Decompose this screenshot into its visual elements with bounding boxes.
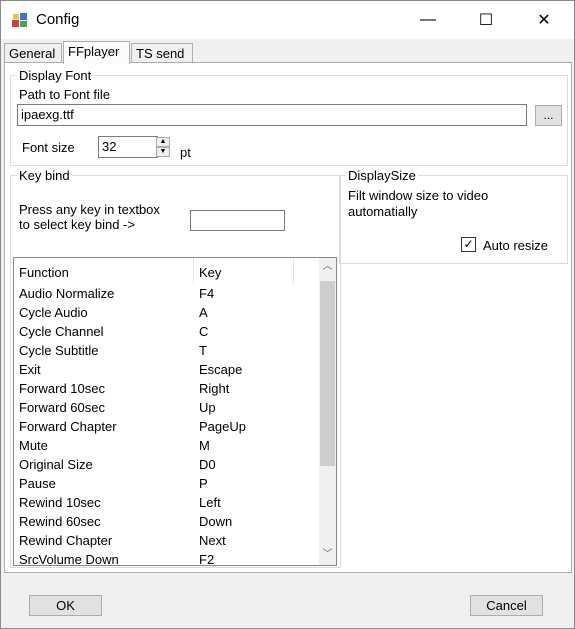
function-cell: Cycle Channel: [19, 324, 104, 339]
key-cell: Left: [199, 495, 221, 510]
list-header: Function Key: [14, 258, 314, 283]
app-icon: [12, 13, 27, 27]
spin-down-icon[interactable]: ▼: [156, 147, 170, 157]
key-bind-instruction-1: Press any key in textbox: [19, 202, 160, 217]
auto-resize-checkbox[interactable]: ✓: [461, 237, 476, 252]
minimize-icon: —: [420, 11, 436, 28]
function-cell: Rewind Chapter: [19, 533, 113, 548]
list-item[interactable]: Pause P: [14, 474, 314, 493]
display-font-legend: Display Font: [17, 68, 94, 83]
key-cell: D0: [199, 457, 216, 472]
title-bar[interactable]: Config — ☐ ✕: [1, 1, 574, 39]
font-size-unit: pt: [180, 145, 191, 160]
key-capture-input[interactable]: [190, 210, 285, 231]
auto-resize-label[interactable]: Auto resize: [483, 238, 548, 253]
close-button[interactable]: ✕: [521, 1, 567, 39]
function-cell: Cycle Audio: [19, 305, 88, 320]
function-cell: Forward Chapter: [19, 419, 117, 434]
function-cell: Mute: [19, 438, 48, 453]
display-size-group: DisplaySize Filt window size to video au…: [339, 168, 568, 264]
checkmark-icon: ✓: [463, 237, 474, 251]
minimize-button[interactable]: —: [405, 1, 451, 39]
scroll-up-icon[interactable]: ︿: [319, 258, 336, 275]
key-cell: T: [199, 343, 207, 358]
key-bind-legend: Key bind: [17, 168, 72, 183]
tab-general[interactable]: General: [4, 43, 62, 63]
close-icon: ✕: [537, 12, 551, 29]
column-header-key[interactable]: Key: [194, 258, 294, 283]
list-item[interactable]: Forward 10sec Right: [14, 379, 314, 398]
display-font-group: Display Font Path to Font file ipaexg.tt…: [10, 68, 568, 166]
key-cell: Next: [199, 533, 226, 548]
key-cell: F4: [199, 286, 215, 301]
key-cell: Down: [199, 514, 233, 529]
list-item[interactable]: Cycle Channel C: [14, 322, 314, 341]
column-header-function[interactable]: Function: [14, 258, 194, 283]
font-size-label: Font size: [22, 140, 75, 155]
function-cell: Forward 10sec: [19, 381, 105, 396]
display-size-description-2: automatially: [348, 204, 418, 219]
function-cell: Rewind 60sec: [19, 514, 101, 529]
key-cell: Up: [199, 400, 216, 415]
function-cell: Audio Normalize: [19, 286, 115, 301]
maximize-button[interactable]: ☐: [463, 1, 509, 39]
list-item[interactable]: Rewind 60sec Down: [14, 512, 314, 531]
scroll-down-icon[interactable]: ﹀: [319, 546, 336, 563]
scroll-thumb[interactable]: [320, 281, 335, 466]
function-cell: Exit: [19, 362, 41, 377]
display-size-legend: DisplaySize: [346, 168, 418, 183]
key-cell: PageUp: [199, 419, 246, 434]
key-cell: F2: [199, 552, 215, 566]
function-cell: SrcVolume Down: [19, 552, 119, 566]
list-item[interactable]: Rewind 10sec Left: [14, 493, 314, 512]
list-item[interactable]: Forward 60sec Up: [14, 398, 314, 417]
list-item[interactable]: Rewind Chapter Next: [14, 531, 314, 550]
key-cell: Escape: [199, 362, 243, 377]
list-item[interactable]: Original Size D0: [14, 455, 314, 474]
font-size-stepper[interactable]: ▲ ▼: [156, 137, 170, 157]
ffplayer-tab-panel: Display Font Path to Font file ipaexg.tt…: [4, 62, 572, 573]
key-bind-instruction-2: to select key bind ->: [19, 217, 135, 232]
key-cell: Right: [199, 381, 230, 396]
function-cell: Cycle Subtitle: [19, 343, 99, 358]
function-cell: Pause: [19, 476, 56, 491]
list-item[interactable]: Exit Escape: [14, 360, 314, 379]
function-cell: Original Size: [19, 457, 93, 472]
font-path-input[interactable]: ipaexg.ttf: [17, 104, 527, 126]
list-item[interactable]: SrcVolume Down F2: [14, 550, 314, 566]
list-item[interactable]: Forward Chapter PageUp: [14, 417, 314, 436]
key-bind-group: Key bind Press any key in textbox to sel…: [10, 168, 341, 568]
list-item[interactable]: Mute M: [14, 436, 314, 455]
font-path-label: Path to Font file: [19, 87, 111, 102]
ok-button[interactable]: OK: [29, 595, 102, 616]
key-bind-list[interactable]: Function Key Audio Normalize F4 Cycle Audi…: [13, 257, 337, 566]
function-cell: Forward 60sec: [19, 400, 105, 415]
browse-font-button[interactable]: ...: [535, 105, 562, 126]
list-item[interactable]: Cycle Audio A: [14, 303, 314, 322]
font-size-input[interactable]: 32: [98, 136, 158, 158]
key-cell: P: [199, 476, 208, 491]
function-cell: Rewind 10sec: [19, 495, 101, 510]
list-item[interactable]: Cycle Subtitle T: [14, 341, 314, 360]
tab-ffplayer[interactable]: FFplayer: [63, 41, 130, 64]
key-cell: C: [199, 324, 209, 339]
tab-ts-send[interactable]: TS send: [131, 43, 193, 63]
display-size-description-1: Filt window size to video: [348, 188, 489, 203]
list-item[interactable]: Audio Normalize F4: [14, 284, 314, 303]
config-window: Config — ☐ ✕ General FFplayer TS send Di…: [0, 0, 575, 629]
window-title: Config: [36, 11, 80, 28]
spin-up-icon[interactable]: ▲: [156, 137, 170, 147]
cancel-button[interactable]: Cancel: [470, 595, 543, 616]
key-cell: A: [199, 305, 208, 320]
maximize-icon: ☐: [478, 12, 494, 29]
list-scrollbar[interactable]: ︿ ﹀: [319, 258, 336, 565]
key-cell: M: [199, 438, 210, 453]
